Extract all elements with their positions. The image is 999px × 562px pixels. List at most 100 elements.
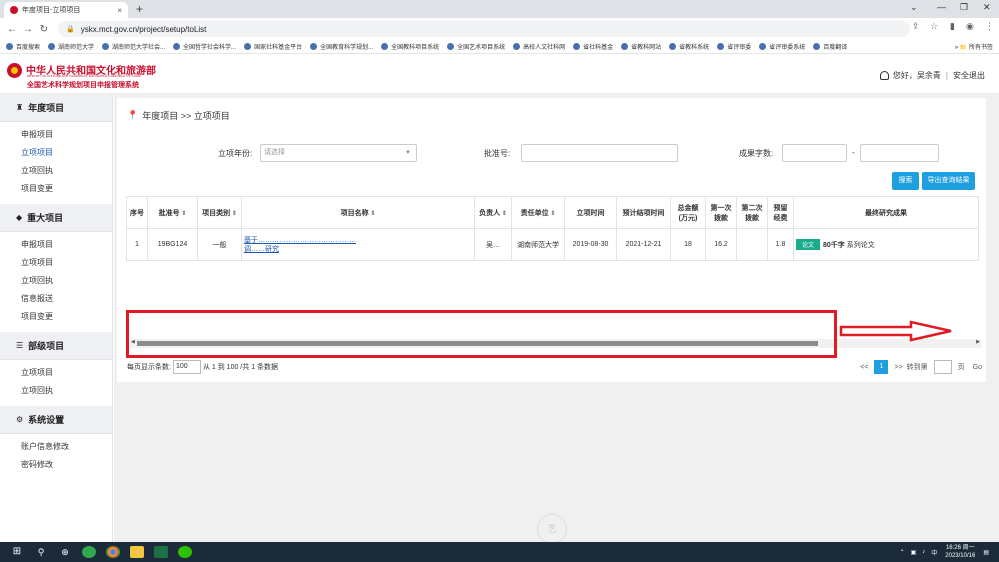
cell-first: 16.2 (705, 228, 737, 261)
address-bar[interactable]: 🔒 yskx.mct.gov.cn/project/setup/toList (58, 21, 910, 37)
sidebar-section-title[interactable]: ♜ 年度项目 (0, 94, 112, 122)
bookmark-item[interactable]: 国家社科基金平台 (244, 42, 302, 51)
window-close-icon[interactable]: ✕ (983, 2, 991, 13)
forward-icon[interactable]: → (20, 24, 36, 35)
volume-icon[interactable]: ♪ (922, 549, 925, 555)
bookmarks-more-icon[interactable]: » (955, 45, 958, 51)
cell-category: 一般 (197, 228, 242, 261)
goto-page-input[interactable] (933, 360, 952, 374)
clock[interactable]: 16:26 周一 2023/10/16 (945, 544, 975, 560)
green-app-icon[interactable] (82, 546, 96, 558)
bookmark-favicon-icon (669, 43, 677, 50)
bookmark-item[interactable]: 湖南师范大学社会... (102, 42, 165, 51)
bookmark-favicon-icon (759, 43, 767, 50)
minimize-icon[interactable]: — (937, 2, 946, 12)
scroll-right-icon[interactable]: ▶ (976, 339, 980, 345)
file-explorer-icon[interactable] (130, 546, 144, 558)
bookmark-item[interactable]: 省评审委系统 (759, 42, 805, 51)
sidebar-item[interactable]: 申报项目 (0, 126, 112, 144)
all-bookmarks-folder[interactable]: 所有书签 (969, 45, 993, 51)
star-icon[interactable]: ☆ (930, 21, 938, 32)
menu-icon[interactable]: ⋮ (985, 21, 994, 32)
sidebar-item[interactable]: 立项项目 (0, 144, 112, 162)
sort-icon[interactable]: ⇕ (500, 211, 507, 217)
bookmark-item[interactable]: 湖南师范大学 (48, 42, 94, 51)
sidebar-item[interactable]: 立项回执 (0, 162, 112, 180)
sidebar-section-title[interactable]: ☰ 部级项目 (0, 332, 112, 360)
column-header[interactable]: 负责人 ⇕ (474, 196, 512, 229)
search-button[interactable]: 搜索 (892, 172, 919, 190)
tab-close-icon[interactable]: × (117, 6, 122, 15)
bookmark-item[interactable]: 全国哲学社会科学... (173, 42, 236, 51)
export-results-button[interactable]: 导出查询结果 (922, 172, 975, 190)
chrome-icon[interactable] (106, 546, 120, 558)
sidebar-item[interactable]: 立项项目 (0, 254, 112, 272)
column-header[interactable]: 责任单位 ⇕ (511, 196, 565, 229)
profile-icon[interactable]: ◉ (966, 21, 974, 32)
wechat-icon[interactable] (178, 546, 192, 558)
project-name-link[interactable]: 基于…………………………………… 调……研究 (244, 236, 472, 254)
reload-icon[interactable]: ↻ (36, 24, 52, 35)
notification-icon[interactable]: ▤ (983, 549, 989, 556)
sort-icon[interactable]: ⇕ (180, 211, 186, 217)
new-tab-button[interactable]: + (136, 2, 143, 16)
search-icon[interactable]: ⚲ (34, 546, 48, 558)
year-select[interactable]: 请选择 ▼ (260, 144, 417, 162)
bookmark-item[interactable]: 全国教育科学规划... (310, 42, 373, 51)
current-page-button[interactable]: 1 (874, 360, 889, 374)
sidebar-item[interactable]: 立项回执 (0, 272, 112, 290)
browser-tab[interactable]: 年度项目-立项项目 × (4, 2, 128, 18)
sidebar-item[interactable]: 项目变更 (0, 308, 112, 326)
word-count-max-input[interactable] (860, 144, 939, 162)
sidebar-item[interactable]: 申报项目 (0, 236, 112, 254)
bookmark-item[interactable]: 省评审委 (717, 42, 751, 51)
sort-icon[interactable]: ⇕ (549, 211, 555, 217)
back-icon[interactable]: ← (4, 24, 20, 35)
approval-no-input[interactable] (521, 144, 678, 162)
column-header[interactable]: 序号 (126, 196, 148, 229)
tray-chevron-icon[interactable]: ⌃ (900, 549, 905, 556)
network-icon[interactable]: ▣ (911, 549, 917, 556)
bookmark-item[interactable]: 全国艺术项目系统 (447, 42, 505, 51)
bookmark-label: 湖南师范大学社会... (112, 45, 166, 51)
prev-page-button[interactable]: << (860, 364, 868, 371)
cell-end: 2021-12-21 (616, 228, 671, 261)
bookmark-item[interactable]: 省教科网站 (621, 42, 661, 51)
ime-indicator[interactable]: 中 (931, 548, 937, 557)
sort-icon[interactable]: ⇕ (230, 211, 237, 217)
sidebar-item[interactable]: 立项项目 (0, 364, 112, 382)
sidebar: ♜ 年度项目 申报项目 立项项目 立项回执 项目变更 ◆ 重大项目 申报项目 立项项目 立项回执 信息… (0, 94, 113, 542)
bookmark-item[interactable]: 百度搜索 (6, 42, 40, 51)
bookmark-item[interactable]: 高校人文社科网 (513, 42, 565, 51)
restore-icon[interactable]: ❐ (960, 2, 968, 13)
bookmark-label: 省教科系统 (679, 45, 710, 51)
logout-link[interactable]: 安全退出 (953, 70, 985, 81)
sidepanel-icon[interactable]: ▮ (950, 21, 955, 32)
bookmark-item[interactable]: 全国教科项目系统 (381, 42, 439, 51)
word-count-min-input[interactable] (782, 144, 847, 162)
sidebar-item[interactable]: 账户信息修改 (0, 438, 112, 456)
column-header[interactable]: 项目类别 ⇕ (197, 196, 242, 229)
sidebar-item[interactable]: 密码修改 (0, 456, 112, 474)
column-header: 立项时间 (564, 196, 617, 229)
bookmark-item[interactable]: 省社科基金 (573, 42, 613, 51)
excel-icon[interactable] (154, 546, 168, 558)
bookmark-item[interactable]: 百度翻译 (813, 42, 847, 51)
windows-start-icon[interactable]: ⊞ (10, 546, 24, 558)
sort-icon[interactable]: ⇕ (369, 211, 375, 217)
sidebar-section-title[interactable]: ◆ 重大项目 (0, 204, 112, 232)
per-page-select[interactable]: 100 (172, 360, 201, 374)
share-icon[interactable]: ⇪ (912, 21, 920, 32)
chevron-down-icon[interactable]: ⌄ (910, 2, 918, 13)
magnifier-icon[interactable]: ⊕ (58, 546, 72, 558)
sidebar-section-title[interactable]: ⚙ 系统设置 (0, 406, 112, 434)
column-header[interactable]: 批准号 ⇕ (147, 196, 198, 229)
go-button[interactable]: Go (973, 364, 982, 371)
next-page-button[interactable]: >> (894, 364, 902, 371)
sidebar-item[interactable]: 立项回执 (0, 382, 112, 400)
bookmark-item[interactable]: 省教科系统 (669, 42, 709, 51)
sidebar-item[interactable]: 项目变更 (0, 180, 112, 198)
section-icon: ◆ (16, 213, 23, 222)
sidebar-item[interactable]: 信息报送 (0, 290, 112, 308)
column-header[interactable]: 项目名称 ⇕ (241, 196, 475, 229)
